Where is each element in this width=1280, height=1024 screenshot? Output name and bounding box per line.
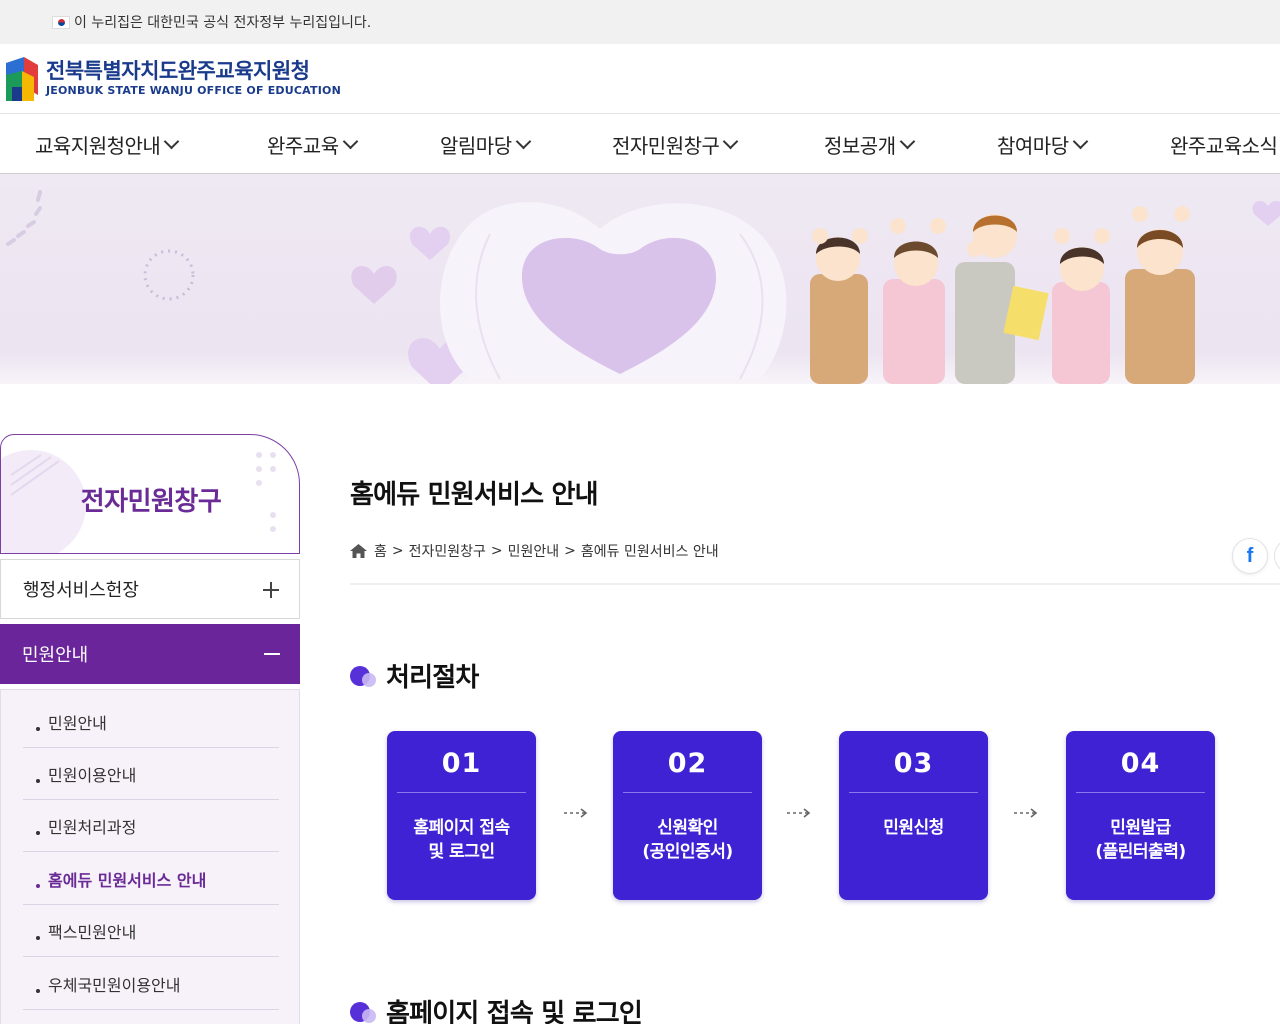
logo-icon <box>6 57 38 101</box>
hero-banner <box>0 174 1280 384</box>
arrow-right-icon <box>564 808 588 818</box>
gov-banner: 이 누리집은 대한민국 공식 전자정부 누리집입니다. <box>0 0 1280 44</box>
content-divider <box>350 583 1280 585</box>
section-heading-login: 홈페이지 접속 및 로그인 <box>350 993 643 1024</box>
korea-flag-icon <box>52 15 70 29</box>
process-step-1: 01 홈페이지 접속 및 로그인 <box>387 731 536 900</box>
process-step-4: 04 민원발급 (플린터출력) <box>1066 731 1215 900</box>
facebook-share-button[interactable]: f <box>1232 538 1268 574</box>
process-step-3: 03 민원신청 <box>839 731 988 900</box>
step-label-line1: 민원발급 <box>1110 818 1171 838</box>
submenu-item-fax[interactable]: 팩스민원안내 <box>23 905 279 957</box>
logo-korean: 전북특별자치도완주교육지원청 <box>46 59 310 83</box>
sidebar-menu-service-charter[interactable]: 행정서비스헌장 <box>0 559 300 619</box>
sidebar-submenu: 민원안내 민원이용안내 민원처리과정 홈에듀 민원서비스 안내 팩스민원안내 우… <box>0 689 300 1024</box>
hero-illustration <box>6 190 1280 384</box>
breadcrumb-separator: > <box>391 543 404 559</box>
breadcrumb-civil-guide[interactable]: 민원안내 <box>508 541 560 561</box>
share-button[interactable] <box>1274 538 1280 574</box>
submenu-item-usage-guide[interactable]: 민원이용안내 <box>23 748 279 800</box>
breadcrumb: 홈 > 전자민원창구 > 민원안내 > 홈에듀 민원서비스 안내 <box>350 541 719 561</box>
sidebar-menu-civil-guide[interactable]: 민원안내 <box>0 624 300 684</box>
nav-item-notice[interactable]: 알림마당 <box>440 114 531 173</box>
home-icon <box>350 544 367 558</box>
nav-item-participation[interactable]: 참여마당 <box>997 114 1088 173</box>
submenu-item-post-office[interactable]: 우체국민원이용안내 <box>23 958 279 1010</box>
breadcrumb-current: 홈에듀 민원서비스 안내 <box>580 544 719 560</box>
breadcrumb-separator: > <box>490 543 503 559</box>
arrow-right-icon <box>1014 808 1038 818</box>
breadcrumb-home[interactable]: 홈 <box>374 541 387 561</box>
chevron-down-icon <box>899 133 915 149</box>
breadcrumb-civil-service[interactable]: 전자민원창구 <box>409 541 486 561</box>
step-label-line1: 민원신청 <box>883 818 944 838</box>
bullet-dot-icon <box>350 664 376 688</box>
step-number: 01 <box>441 748 482 779</box>
submenu-item-civil-guide[interactable]: 민원안내 <box>23 696 279 748</box>
step-label-line2: 및 로그인 <box>428 842 495 862</box>
process-step-2: 02 신원확인 (공인인증서) <box>613 731 762 900</box>
step-number: 03 <box>893 748 934 779</box>
chevron-down-icon <box>164 133 180 149</box>
nav-item-civil-service[interactable]: 전자민원창구 <box>612 114 739 173</box>
step-label-line2: (공인인증서) <box>642 842 733 862</box>
nav-item-disclosure[interactable]: 정보공개 <box>824 114 915 173</box>
chevron-down-icon <box>515 133 531 149</box>
nav-item-wanju-edu[interactable]: 완주교육 <box>267 114 358 173</box>
sidebar-title: 전자민원창구 <box>80 487 222 517</box>
step-number: 04 <box>1120 748 1161 779</box>
chevron-down-icon <box>1072 133 1088 149</box>
page-title: 홈에듀 민원서비스 안내 <box>350 480 599 510</box>
nav-item-office-info[interactable]: 교육지원청안내 <box>35 114 180 173</box>
logo-english: JEONBUK STATE WANJU OFFICE OF EDUCATION <box>46 84 341 97</box>
submenu-item-process[interactable]: 민원처리과정 <box>23 800 279 852</box>
gov-banner-text: 이 누리집은 대한민국 공식 전자정부 누리집입니다. <box>74 15 372 31</box>
step-label-line1: 신원확인 <box>657 818 718 838</box>
facebook-icon: f <box>1246 544 1254 567</box>
nav-item-news[interactable]: 완주교육소식 <box>1170 114 1278 173</box>
submenu-item-homeedu[interactable]: 홈에듀 민원서비스 안내 <box>23 853 279 905</box>
step-number: 02 <box>667 748 708 779</box>
step-label-line2: (플린터출력) <box>1095 842 1186 862</box>
step-label-line1: 홈페이지 접속 <box>413 818 510 838</box>
chevron-down-icon <box>723 133 739 149</box>
minus-icon <box>264 646 280 662</box>
arrow-right-icon <box>787 808 811 818</box>
breadcrumb-separator: > <box>564 543 576 559</box>
sidebar-title-box: 전자민원창구 <box>0 434 300 554</box>
main-nav: 교육지원청안내 완주교육 알림마당 전자민원창구 정보공개 참여마당 완주교육소… <box>0 114 1280 174</box>
chevron-down-icon <box>342 133 358 149</box>
bullet-dot-icon <box>350 1000 376 1024</box>
section-heading-process: 처리절차 <box>350 657 479 694</box>
plus-icon <box>263 582 279 598</box>
site-header: 전북특별자치도완주교육지원청 JEONBUK STATE WANJU OFFIC… <box>0 44 1280 114</box>
